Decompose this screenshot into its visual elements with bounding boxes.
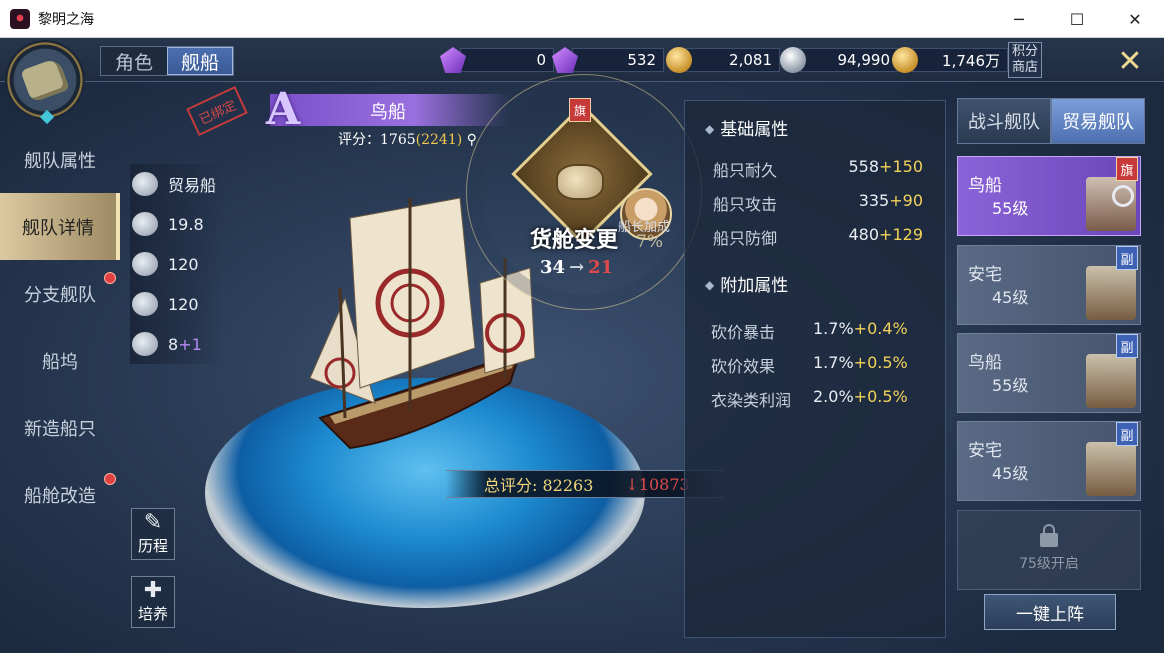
close-window-button[interactable]: ✕ — [1106, 0, 1164, 38]
notification-dot — [104, 272, 116, 284]
currency-purple-gem[interactable]: 0 — [440, 47, 554, 73]
app-icon — [10, 8, 30, 29]
tab-trade-fleet[interactable]: 贸易舰队 — [1051, 98, 1145, 144]
ship-attribute-list: 贸易船 19.8 120 120 8+1 — [130, 164, 224, 364]
flagship-badge: 旗 — [569, 98, 591, 122]
locked-slot: 75级开启 — [957, 510, 1141, 590]
total-score-bar: 总评分: 82263 ↓10873 — [446, 470, 724, 498]
points-shop-button[interactable]: 积分商店 — [1008, 42, 1042, 78]
fleet-ship-card[interactable]: 鸟船 55级 副 — [957, 333, 1141, 413]
cargo-change-pct: 7% — [636, 232, 663, 252]
fleet-ship-card[interactable]: 鸟船 55级 旗 — [957, 156, 1141, 236]
stat-bargain-effect: 砍价效果 1.7%+0.5% — [711, 353, 908, 376]
cargo-change-values: 34 → 21 — [540, 257, 614, 278]
window-title: 黎明之海 — [38, 11, 94, 28]
cultivate-button[interactable]: ✚ 培养 — [131, 576, 175, 628]
notification-dot — [104, 473, 116, 485]
fleet-ship-card[interactable]: 安宅 45级 副 — [957, 245, 1141, 325]
ship-grade: A — [266, 84, 301, 135]
crew-icon — [132, 292, 158, 316]
attr-cannon: 8+1 — [130, 324, 224, 364]
left-nav: 舰队属性 舰队详情 分支舰队 船坞 新造船只 船舱改造 — [0, 126, 120, 528]
maximize-button[interactable]: ☐ — [1048, 0, 1106, 38]
base-attributes-title: 基础属性 — [705, 115, 788, 140]
history-button[interactable]: ✎ 历程 — [131, 508, 175, 560]
fleet-ship-card[interactable]: 安宅 45级 副 — [957, 421, 1141, 501]
barrel-icon — [556, 164, 604, 200]
attr-speed: 19.8 — [130, 204, 224, 244]
fleet-tabs: 战斗舰队 贸易舰队 — [957, 98, 1145, 144]
nav-build-ship[interactable]: 新造船只 — [0, 394, 120, 461]
currency-value: 1,746万 — [912, 48, 1008, 72]
stat-bargain-crit: 砍价暴击 1.7%+0.4% — [711, 319, 908, 342]
top-tabs: 角色 舰船 — [100, 46, 234, 76]
currency-bound-gem[interactable]: 532 — [552, 47, 664, 73]
score-change: ↓10873 — [625, 474, 690, 494]
cargo-change-title: 货舱变更 — [530, 227, 619, 253]
currency-gold[interactable]: 2,081 — [666, 47, 780, 73]
currency-gold-pile[interactable]: 1,746万 — [892, 47, 1008, 73]
ship-type-icon — [132, 172, 158, 196]
flagship-badge: 旗 — [1116, 157, 1138, 181]
swap-icon[interactable] — [1112, 185, 1134, 207]
stat-attack: 船只攻击 335+90 — [713, 191, 923, 214]
attr-cargo: 120 — [130, 244, 224, 284]
secondary-badge: 副 — [1116, 334, 1138, 358]
tab-combat-fleet[interactable]: 战斗舰队 — [957, 98, 1051, 144]
stat-defense: 船只防御 480+129 — [713, 225, 923, 248]
attributes-panel: 基础属性 船只耐久558+150 船只攻击335+90 船只防御480+129 … — [684, 100, 946, 638]
currency-silver[interactable]: 94,990 — [780, 47, 898, 73]
stat-durability: 船只耐久 558+150 — [713, 157, 923, 180]
currency-value: 2,081 — [686, 48, 780, 72]
currency-value: 532 — [572, 48, 664, 72]
window-titlebar: 黎明之海 ─ ☐ ✕ — [0, 0, 1164, 38]
tab-character[interactable]: 角色 — [101, 47, 167, 75]
attr-crew: 120 — [130, 284, 224, 324]
fleet-emblem[interactable] — [5, 40, 85, 120]
ship-thumbnail — [1086, 266, 1136, 320]
down-arrow-icon: ↓ — [625, 474, 639, 494]
secondary-badge: 副 — [1116, 246, 1138, 270]
nav-cabin-refit[interactable]: 船舱改造 — [0, 461, 120, 528]
ship-name: 鸟船 — [370, 102, 406, 123]
nav-fleet-details[interactable]: 舰队详情 — [0, 193, 120, 260]
gold-pile-icon — [892, 47, 918, 73]
nav-branch-fleet[interactable]: 分支舰队 — [0, 260, 120, 327]
gold-coin-icon — [666, 47, 692, 73]
silver-coin-icon — [780, 47, 806, 73]
secondary-badge: 副 — [1116, 422, 1138, 446]
speed-icon — [132, 212, 158, 236]
minimize-button[interactable]: ─ — [990, 0, 1048, 38]
tools-icon: ✚ — [143, 578, 163, 603]
deploy-all-button[interactable]: 一键上阵 — [984, 594, 1116, 630]
nav-dock[interactable]: 船坞 — [0, 327, 120, 394]
stat-clothing-profit: 衣染类利润 2.0%+0.5% — [711, 387, 908, 410]
currency-value: 94,990 — [800, 48, 898, 72]
telescope-icon — [20, 57, 70, 103]
game-viewport: 角色 舰船 0 532 2,081 94,990 1,746万 积分商店 ✕ 舰… — [0, 38, 1164, 653]
bound-stamp: 已绑定 — [186, 85, 248, 137]
cannon-icon — [132, 332, 158, 356]
extra-attributes-title: 附加属性 — [705, 271, 788, 296]
lock-icon — [1040, 524, 1058, 547]
attr-ship-type: 贸易船 — [130, 164, 224, 204]
scroll-icon: ✎ — [143, 510, 163, 535]
ship-score: 评分：1765(2241) ⚲ — [338, 132, 477, 148]
ship-thumbnail — [1086, 442, 1136, 496]
currency-value: 0 — [460, 48, 554, 72]
nav-fleet-attributes[interactable]: 舰队属性 — [0, 126, 120, 193]
arrow-right-icon: → — [569, 257, 585, 278]
cargo-icon — [132, 252, 158, 276]
tab-ships[interactable]: 舰船 — [167, 47, 233, 75]
close-panel-button[interactable]: ✕ — [1108, 42, 1152, 80]
ship-thumbnail — [1086, 354, 1136, 408]
